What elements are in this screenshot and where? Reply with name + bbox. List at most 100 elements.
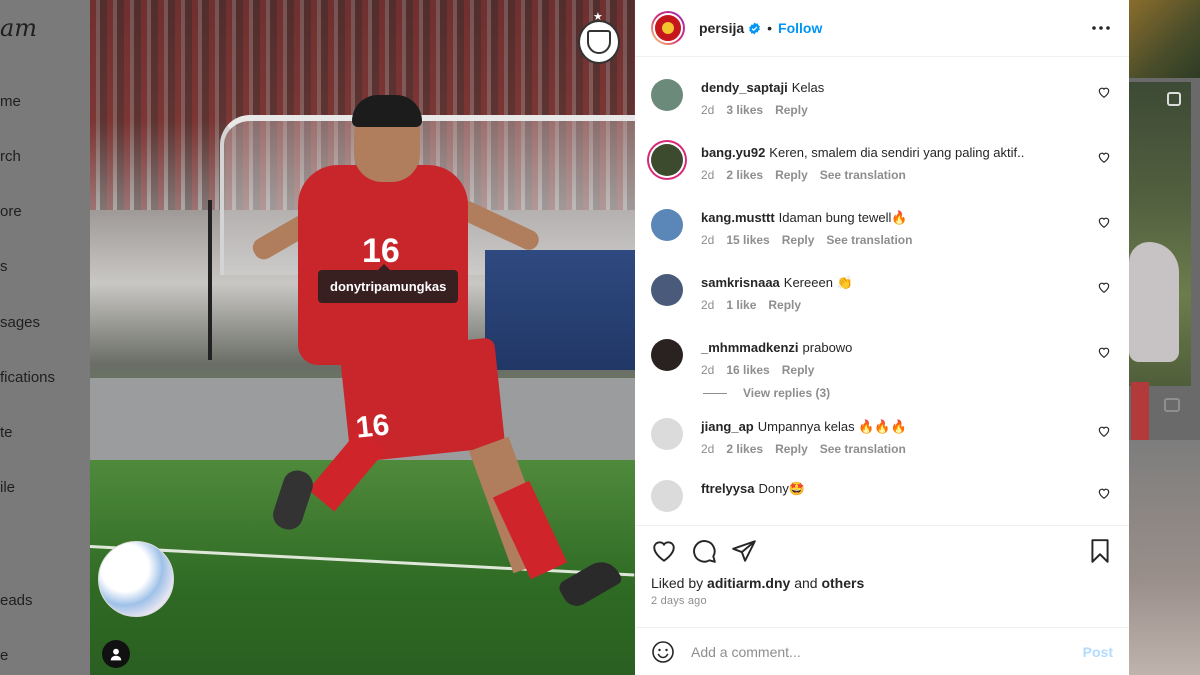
see-translation-button[interactable]: See translation [826,233,912,247]
substitutes-bench [485,250,635,370]
commenter-username[interactable]: ftrelyysa [701,481,754,496]
author-username[interactable]: persija [699,20,744,36]
background-tile [1129,0,1200,78]
comment-text: prabowo [802,340,853,355]
author-avatar[interactable] [651,11,685,45]
comment-age: 2d [701,363,715,377]
commenter-avatar[interactable] [651,144,683,176]
share-send-icon[interactable] [731,538,757,564]
comment-text-line: jiang_ap Umpannya kelas 🔥🔥🔥 [701,418,1113,436]
liked-by-user[interactable]: aditiarm.dny [707,575,790,591]
comment-meta: 2d 1 like Reply [701,298,1113,312]
heart-icon[interactable] [1097,424,1111,438]
comment-text-line: dendy_saptaji Kelas [701,79,1113,97]
comments-list[interactable]: dendy_saptaji Kelas 2d 3 likes Reply bang.y… [635,57,1129,525]
commenter-username[interactable]: bang.yu92 [701,145,765,160]
view-replies-button[interactable]: View replies (3) [703,378,1113,408]
comment-item: dendy_saptaji Kelas 2d 3 likes Reply [651,57,1113,122]
liked-by-prefix: Liked by [651,575,704,591]
view-replies-line [703,392,727,394]
author-avatar-image [653,13,683,43]
commenter-username[interactable]: _mhmmadkenzi [701,340,799,355]
comment-text-line: bang.yu92 Keren, smalem dia sendiri yang … [701,144,1113,162]
user-tag-label[interactable]: donytripamungkas [318,264,459,303]
comment-likes[interactable]: 2 likes [726,442,763,456]
commenter-avatar[interactable] [651,274,683,306]
reply-button[interactable]: Reply [782,363,815,377]
comment-age: 2d [701,168,715,182]
save-bookmark-icon[interactable] [1087,538,1113,564]
post-image[interactable]: 16 16 ★ donytripamungkas [90,0,635,675]
carousel-icon [1167,92,1181,106]
shorts-number: 16 [354,408,391,445]
liked-by-line: Liked by aditiarm.dny and others [651,575,1113,591]
comment-text-line: kang.musttt Idaman bung tewell🔥 [701,209,1113,227]
add-comment-input[interactable] [691,643,1083,660]
commenter-username[interactable]: kang.musttt [701,210,775,225]
comment-meta: 2d 15 likes Reply See translation [701,233,1113,247]
liked-by-others[interactable]: others [821,575,864,591]
heart-icon[interactable] [1097,486,1111,500]
comment-text-line: ftrelyysa Dony🤩 [701,480,1113,498]
commenter-avatar[interactable] [651,339,683,371]
comment-likes[interactable]: 3 likes [726,103,763,117]
background-nav-explore: ore [0,203,22,220]
commenter-avatar[interactable] [651,418,683,450]
post-header: persija • Follow [635,0,1129,57]
club-crest-shield [587,30,611,54]
reply-button[interactable]: Reply [768,298,801,312]
background-nav-home: me [0,93,21,110]
emoji-icon[interactable] [651,640,675,664]
verified-badge-icon [749,22,761,34]
comment-likes[interactable]: 15 likes [726,233,769,247]
comment-bubble-icon[interactable] [691,538,717,564]
background-tile [1129,440,1200,675]
background-tile-player [1129,242,1179,362]
heart-icon[interactable] [1097,345,1111,359]
heart-icon[interactable] [1097,215,1111,229]
background-nav-search: rch [0,148,21,165]
more-options-icon[interactable] [1089,16,1113,40]
camera-icon [1164,398,1180,412]
see-translation-button[interactable]: See translation [820,168,906,182]
reply-button[interactable]: Reply [775,168,808,182]
comment-likes[interactable]: 2 likes [726,168,763,182]
post-timestamp[interactable]: 2 days ago [651,595,1113,607]
commenter-username[interactable]: samkrisnaaa [701,275,780,290]
commenter-avatar[interactable] [651,209,683,241]
comment-text: Umpannya kelas 🔥🔥🔥 [757,419,907,434]
comment-likes[interactable]: 16 likes [726,363,769,377]
comment-body: dendy_saptaji Kelas 2d 3 likes Reply [701,79,1113,122]
background-sidebar: am me rch ore s sages fications te ile e… [0,0,90,675]
comment-item: _mhmmadkenzi prabowo 2d 16 likes Reply [651,317,1113,382]
comment-age: 2d [701,103,715,117]
comment-likes[interactable]: 1 like [726,298,756,312]
post-side-panel: persija • Follow dendy_saptaji Kelas 2d 3 … [635,0,1129,675]
follow-button[interactable]: Follow [778,20,822,36]
reply-button[interactable]: Reply [782,233,815,247]
reply-button[interactable]: Reply [775,442,808,456]
commenter-avatar[interactable] [651,79,683,111]
commenter-username[interactable]: jiang_ap [701,419,754,434]
comment-body: samkrisnaaa Kereeen 👏 2d 1 like Reply [701,274,1113,317]
background-nav-more: e [0,647,9,664]
background-feed-grid [1129,0,1200,675]
heart-icon[interactable] [1097,85,1111,99]
comment-meta: 2d 2 likes Reply See translation [701,442,1113,456]
heart-icon[interactable] [1097,150,1111,164]
club-crest-logo [578,20,620,64]
heart-icon[interactable] [1097,280,1111,294]
comment-item: jiang_ap Umpannya kelas 🔥🔥🔥 2d 2 likes Repl… [651,408,1113,470]
post-actions: Liked by aditiarm.dny and others 2 days … [635,525,1129,627]
post-comment-button[interactable]: Post [1083,644,1113,660]
reply-button[interactable]: Reply [775,103,808,117]
comment-text-line: samkrisnaaa Kereeen 👏 [701,274,1113,292]
commenter-avatar[interactable] [651,480,683,512]
background-nav-messages: sages [0,314,41,331]
comment-meta: 2d 3 likes Reply [701,103,1113,117]
tagged-users-button[interactable] [102,640,130,668]
see-translation-button[interactable]: See translation [820,442,906,456]
header-separator: • [767,20,773,36]
commenter-username[interactable]: dendy_saptaji [701,80,788,95]
like-heart-icon[interactable] [651,538,677,564]
